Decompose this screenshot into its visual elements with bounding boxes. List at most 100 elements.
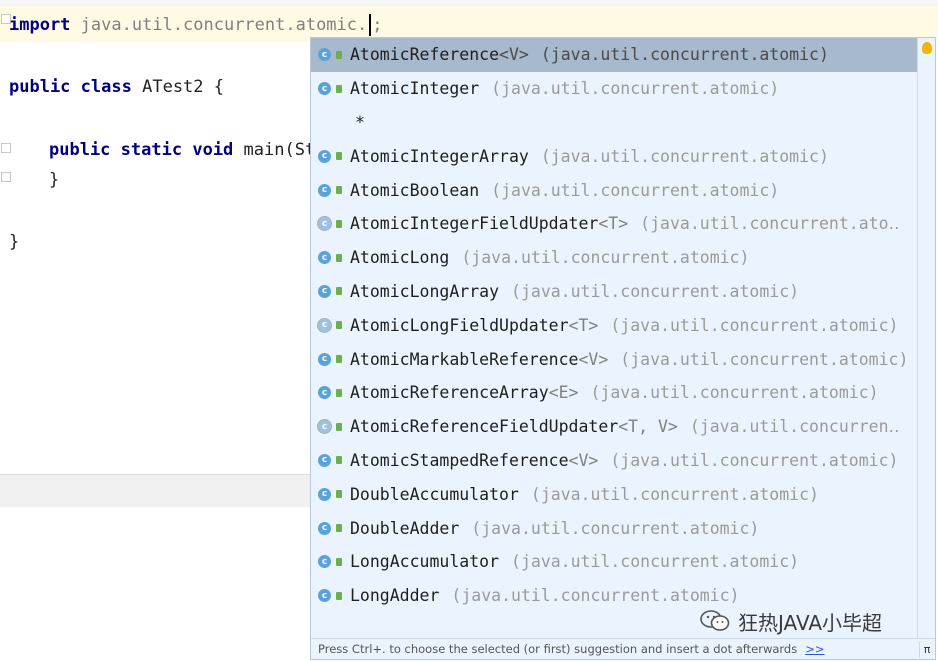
completion-item-name: DoubleAccumulator [350,484,519,504]
class-icon: c [318,453,331,467]
completion-item[interactable]: c AtomicLongArray (java.util.concurrent.at… [311,275,919,309]
pin-popup-button[interactable]: π [919,642,934,658]
completion-item-type-params: <T> [598,214,629,234]
completion-item-package: (java.util.concurrent.atomic) [471,518,760,538]
public-keyword: public [9,77,71,97]
completion-item-package: (java.util.concurrent.atomic) [511,552,800,572]
completion-item[interactable]: c AtomicMarkableReference <V> (java.util.co… [311,342,919,376]
method-close-brace: } [49,170,60,190]
class-icon: c [318,555,331,569]
completion-item-name: LongAccumulator [350,552,500,572]
class-icon: c [318,386,331,400]
public-access-icon [336,321,342,330]
class-icon: c [318,149,331,163]
class-icon: c [318,251,331,265]
completion-item-package: (java.util.concurrent.ato‥ [640,214,900,234]
class-icon: c [318,589,331,603]
editor-bottom-area [0,507,310,661]
class-icon: c [318,48,331,62]
completion-item-package: (java.util.concurrent.atomic) [461,248,750,268]
public-access-icon [336,84,342,93]
completion-item-package: (java.util.concurrent.atomic) [610,315,899,335]
completion-item[interactable]: c AtomicIntegerFieldUpdater <T> (java.util.… [311,207,919,241]
completion-item-package: (java.util.concurrent.atomic) [540,45,829,65]
public-access-icon [336,591,342,600]
completion-item-package: (java.util.concurrent.atomic) [511,281,800,301]
completion-item-package: (java.util.concurrent.atomic) [610,450,899,470]
completion-list[interactable]: c AtomicReference <V> (java.util.concurrent… [311,38,919,613]
completion-item-name: AtomicBoolean [350,180,480,200]
completion-item-name: AtomicMarkableReference [350,349,579,369]
completion-item-name: AtomicInteger [350,79,480,99]
completion-item[interactable]: c AtomicLongFieldUpdater <T> (java.util.con… [311,308,919,342]
completion-item[interactable]: c AtomicReference <V> (java.util.concurrent… [311,38,919,72]
public-access-icon [336,557,342,566]
completion-item-name: AtomicLong [350,248,450,268]
completion-item[interactable]: c DoubleAccumulator (java.util.concurrent.… [311,477,919,511]
static-keyword: static [120,140,183,160]
abstract-class-icon: c [318,420,331,434]
completion-item-type-params: <T, V> [618,417,678,437]
completion-item-name: AtomicStampedReference [350,450,569,470]
text-caret [369,14,372,36]
completion-item-name: DoubleAdder [350,518,460,538]
completion-item[interactable]: c AtomicIntegerArray (java.util.concurrent… [311,139,919,173]
public-access-icon [336,50,342,59]
public-access-icon [336,287,342,296]
completion-scrollbar[interactable] [917,38,935,643]
completion-item-type-params: <V> [499,45,529,65]
abstract-class-icon: c [318,318,331,332]
class-icon: c [318,521,331,535]
completion-item-name: AtomicLongFieldUpdater [350,315,569,335]
completion-item[interactable]: c AtomicReferenceFieldUpdater <T, V> (java.… [311,410,919,444]
public-access-icon [336,524,342,533]
completion-item-package: (java.util.concurrent.atomic) [620,349,909,369]
class-icon: c [318,82,331,96]
fold-marker-icon[interactable] [1,172,11,182]
class-close-brace: } [9,232,20,252]
main-method-line[interactable]: public static void main(Str [49,140,325,160]
completion-item[interactable]: c LongAccumulator (java.util.concurrent.at… [311,545,919,579]
watermark-text: 狂热JAVA小毕超 [738,610,883,635]
abstract-class-icon: c [318,217,331,231]
public-keyword: public [49,140,111,160]
completion-item[interactable]: c AtomicStampedReference <V> (java.util.con… [311,444,919,478]
completion-item[interactable]: c AtomicLong (java.util.concurrent.atomic) [311,241,919,275]
completion-item-package: (java.util.concurrent.atomic) [491,180,780,200]
wechat-icon [700,610,730,631]
code-completion-popup[interactable]: c AtomicReference <V> (java.util.concurrent… [310,37,936,660]
public-access-icon [336,422,342,431]
class-declaration-line[interactable]: public class ATest2 { [9,77,224,97]
completion-item-package: (java.util.concurrent.atomic) [590,383,879,403]
class-icon: c [318,352,331,366]
class-icon: c [318,183,331,197]
completion-footer: Press Ctrl+. to choose the selected (or … [311,638,935,659]
watermark: 狂热JAVA小毕超 [700,607,882,635]
public-access-icon [336,253,342,262]
public-access-icon [336,456,342,465]
public-access-icon [336,388,342,397]
import-path: java.util.concurrent.atomic. [80,15,368,35]
completion-item[interactable]: * [311,106,919,140]
public-access-icon [336,152,342,161]
editor-bottom-band [0,474,310,508]
completion-item-package: (java.util.concurrent.atomic) [491,79,780,99]
completion-item-type-params: <V> [568,450,599,470]
lightbulb-icon[interactable] [922,42,932,54]
completion-item[interactable]: c AtomicInteger (java.util.concurrent.atom… [311,72,919,106]
completion-item-package: (java.util.concurren‥ [689,417,900,437]
completion-item[interactable]: c AtomicReferenceArray <E> (java.util.concu… [311,376,919,410]
fold-marker-icon[interactable] [1,143,11,153]
completion-item[interactable]: c AtomicBoolean (java.util.concurrent.atom… [311,173,919,207]
import-line[interactable]: import java.util.concurrent.atomic.; [9,14,383,36]
completion-item-package: (java.util.concurrent.atomic) [530,484,819,504]
completion-item-name: AtomicIntegerFieldUpdater [350,214,599,234]
completion-hint-more-link[interactable]: >> [805,642,824,656]
completion-item-type-params: <E> [548,383,579,403]
completion-item[interactable]: c DoubleAdder (java.util.concurrent.atomic… [311,511,919,545]
completion-item-name: AtomicReferenceArray [350,383,549,403]
class-icon: c [318,284,331,298]
completion-item-package: (java.util.concurrent.atomic) [451,586,740,606]
void-keyword: void [192,140,234,160]
public-access-icon [336,219,342,228]
